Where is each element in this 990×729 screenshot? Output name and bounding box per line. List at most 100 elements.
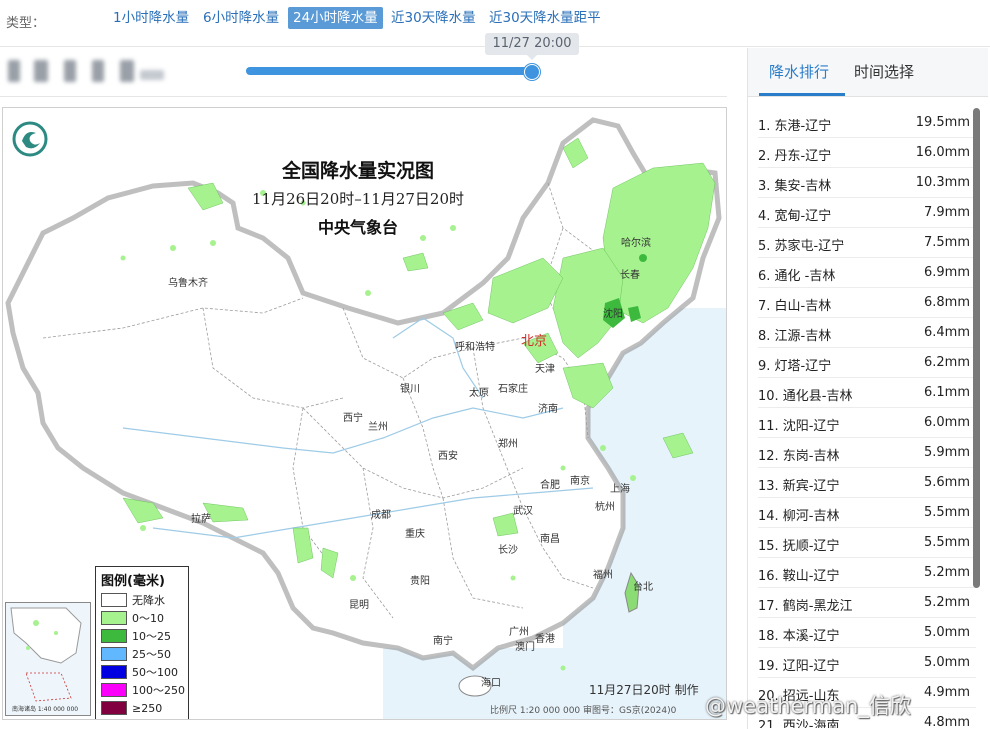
legend-item: 0～10 bbox=[96, 609, 188, 627]
tab-time-select[interactable]: 时间选择 bbox=[854, 61, 914, 82]
ranking-row[interactable]: 6. 通化 -吉林 6.9mm bbox=[758, 258, 976, 288]
station-name: 15. 抚顺-辽宁 bbox=[758, 539, 840, 554]
cma-logo bbox=[12, 121, 48, 157]
legend-swatch bbox=[101, 665, 127, 679]
map-scale-note: 比例尺 1:20 000 000 审图号：GS京(2024)0 bbox=[490, 706, 677, 716]
ranking-row[interactable]: 5. 苏家屯-辽宁 7.5mm bbox=[758, 228, 976, 258]
precip-value: 7.5mm bbox=[923, 235, 970, 250]
ranking-row[interactable]: 13. 新宾-辽宁 5.6mm bbox=[758, 468, 976, 498]
city-label: 石家庄 bbox=[498, 384, 528, 395]
time-slider-handle[interactable] bbox=[524, 64, 540, 80]
divider bbox=[0, 96, 727, 97]
city-label: 台北 bbox=[633, 582, 653, 593]
city-label: 合肥 bbox=[540, 480, 560, 491]
tab-1h-precip[interactable]: 1小时降水量 bbox=[108, 7, 194, 29]
city-label: 太原 bbox=[469, 388, 489, 399]
city-label: 长沙 bbox=[498, 545, 518, 556]
station-name: 8. 江源-吉林 bbox=[758, 329, 832, 344]
ranking-row[interactable]: 17. 鹤岗-黑龙江 5.2mm bbox=[758, 588, 976, 618]
ranking-row[interactable]: 9. 灯塔-辽宁 6.2mm bbox=[758, 348, 976, 378]
city-label: 拉萨 bbox=[191, 514, 211, 525]
city-label: 哈尔滨 bbox=[621, 238, 651, 249]
precip-value: 10.3mm bbox=[915, 175, 970, 190]
ranking-row[interactable]: 7. 白山-吉林 6.8mm bbox=[758, 288, 976, 318]
ranking-row[interactable]: 19. 辽阳-辽宁 5.0mm bbox=[758, 648, 976, 678]
city-label: 银川 bbox=[400, 384, 420, 395]
inset-note: 南海诸岛 1:40 000 000 bbox=[12, 706, 79, 713]
precip-value: 6.0mm bbox=[923, 415, 970, 430]
station-name: 18. 本溪-辽宁 bbox=[758, 629, 840, 644]
ranking-row[interactable]: 8. 江源-吉林 6.4mm bbox=[758, 318, 976, 348]
station-name: 1. 东港-辽宁 bbox=[758, 119, 832, 134]
station-name: 13. 新宾-辽宁 bbox=[758, 479, 840, 494]
city-label: 南京 bbox=[570, 476, 590, 487]
type-label: 类型： bbox=[6, 16, 46, 31]
ranking-row[interactable]: 18. 本溪-辽宁 5.0mm bbox=[758, 618, 976, 648]
legend-swatch bbox=[101, 683, 127, 697]
legend-label: 10～25 bbox=[132, 630, 171, 643]
tab-24h-precip[interactable]: 24小时降水量 bbox=[288, 7, 383, 29]
city-label: 南宁 bbox=[433, 636, 453, 647]
ranking-row[interactable]: 1. 东港-辽宁 19.5mm bbox=[758, 108, 976, 138]
ranking-row[interactable]: 12. 东岗-吉林 5.9mm bbox=[758, 438, 976, 468]
station-name: 14. 柳河-吉林 bbox=[758, 509, 840, 524]
precip-value: 5.2mm bbox=[923, 565, 970, 580]
map-title: 全国降水量实况图 bbox=[281, 160, 434, 182]
precip-value: 16.0mm bbox=[915, 145, 970, 160]
city-label: 澳门 bbox=[515, 642, 535, 653]
watermark: @weatherman_信欣 bbox=[705, 694, 911, 718]
city-label: 香港 bbox=[535, 634, 555, 645]
time-slider-track[interactable] bbox=[246, 67, 536, 75]
city-label: 福州 bbox=[593, 570, 613, 581]
precip-value: 6.9mm bbox=[923, 265, 970, 280]
city-label: 上海 bbox=[610, 484, 630, 495]
map-subtitle: 11月26日20时–11月27日20时 bbox=[251, 190, 465, 208]
panel-tabs: 降水排行 时间选择 bbox=[748, 48, 988, 97]
precip-value: 5.5mm bbox=[923, 535, 970, 550]
station-name: 12. 东岗-吉林 bbox=[758, 449, 840, 464]
city-label: 长春 bbox=[620, 270, 640, 281]
precip-value: 5.6mm bbox=[923, 475, 970, 490]
city-label: 郑州 bbox=[498, 439, 518, 450]
precip-value: 5.5mm bbox=[923, 505, 970, 520]
precipitation-map: 全国降水量实况图 11月26日20时–11月27日20时 中央气象台 北京 乌鲁… bbox=[2, 107, 727, 720]
legend-label: 50～100 bbox=[132, 666, 178, 679]
station-name: 17. 鹤岗-黑龙江 bbox=[758, 599, 853, 614]
station-name: 7. 白山-吉林 bbox=[758, 299, 832, 314]
legend-label: 100～250 bbox=[132, 684, 185, 697]
precip-value: 5.2mm bbox=[923, 595, 970, 610]
map-org: 中央气象台 bbox=[317, 218, 398, 237]
station-name: 6. 通化 -吉林 bbox=[758, 269, 836, 284]
ranking-row[interactable]: 3. 集安-吉林 10.3mm bbox=[758, 168, 976, 198]
ranking-scrollbar[interactable] bbox=[973, 108, 980, 588]
ranking-row[interactable]: 2. 丹东-辽宁 16.0mm bbox=[758, 138, 976, 168]
ranking-row[interactable]: 10. 通化县-吉林 6.1mm bbox=[758, 378, 976, 408]
legend-item: ≥250 bbox=[96, 699, 188, 717]
station-name: 3. 集安-吉林 bbox=[758, 179, 832, 194]
time-slider-fill bbox=[246, 67, 536, 75]
legend-swatch bbox=[101, 593, 127, 607]
city-label: 贵阳 bbox=[410, 576, 430, 587]
legend-label: 25～50 bbox=[132, 648, 171, 661]
precip-value: 6.2mm bbox=[923, 355, 970, 370]
ranking-row[interactable]: 4. 宽甸-辽宁 7.9mm bbox=[758, 198, 976, 228]
tab-30d-precip[interactable]: 近30天降水量 bbox=[386, 7, 481, 29]
ranking-row[interactable]: 15. 抚顺-辽宁 5.5mm bbox=[758, 528, 976, 558]
city-label: 重庆 bbox=[405, 529, 425, 540]
legend-item: 10～25 bbox=[96, 627, 188, 645]
legend-label: 无降水 bbox=[132, 594, 165, 607]
city-label: 兰州 bbox=[368, 422, 388, 433]
legend-item: 25～50 bbox=[96, 645, 188, 663]
legend-title: 图例(毫米) bbox=[101, 574, 165, 589]
tab-6h-precip[interactable]: 6小时降水量 bbox=[198, 7, 284, 29]
ranking-row[interactable]: 16. 鞍山-辽宁 5.2mm bbox=[758, 558, 976, 588]
precip-value: 6.8mm bbox=[923, 295, 970, 310]
station-name: 5. 苏家屯-辽宁 bbox=[758, 239, 845, 254]
city-label: 南昌 bbox=[540, 534, 560, 545]
city-label: 成都 bbox=[371, 510, 391, 521]
time-tooltip: 11/27 20:00 bbox=[485, 33, 579, 60]
tab-30d-anomaly[interactable]: 近30天降水量距平 bbox=[484, 7, 606, 29]
ranking-row[interactable]: 14. 柳河-吉林 5.5mm bbox=[758, 498, 976, 528]
ranking-row[interactable]: 11. 沈阳-辽宁 6.0mm bbox=[758, 408, 976, 438]
tab-precip-ranking[interactable]: 降水排行 bbox=[769, 61, 829, 82]
